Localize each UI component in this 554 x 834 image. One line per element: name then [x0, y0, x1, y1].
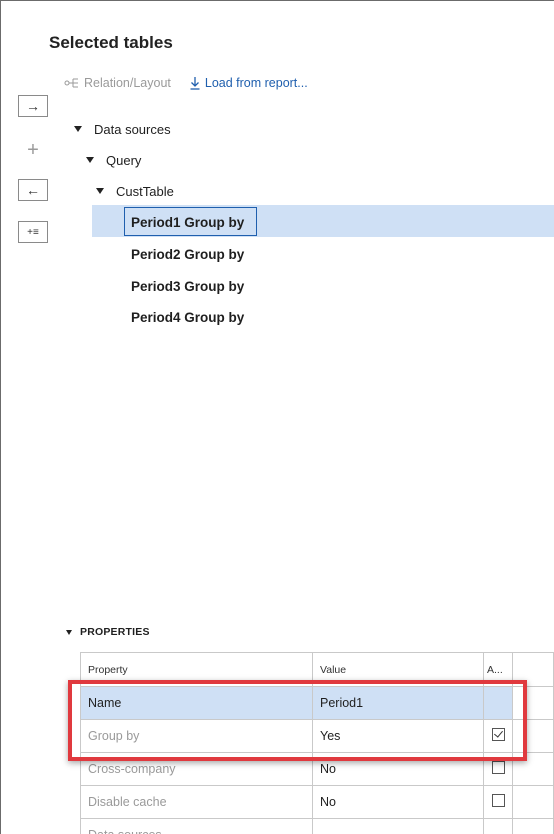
add-list-button[interactable]: +≡	[18, 221, 48, 243]
tree-leaf-label: Period2 Group by	[131, 246, 245, 262]
add-button[interactable]: +	[18, 139, 48, 161]
tree-node-custtable[interactable]: CustTable	[96, 176, 174, 206]
plus-icon: +	[27, 138, 39, 161]
table-row[interactable]: Data sources	[80, 818, 554, 834]
load-from-report-label: Load from report...	[204, 76, 308, 90]
tree-node-data-sources[interactable]: Data sources	[74, 114, 171, 144]
property-value-cell[interactable]	[312, 818, 484, 834]
relation-layout-button[interactable]: Relation/Layout	[64, 76, 171, 90]
arrow-left-icon: ←	[26, 182, 40, 198]
property-checkbox-cell	[483, 818, 513, 834]
property-value-cell[interactable]: No	[312, 785, 484, 819]
tree-leaf-label: Period3 Group by	[131, 278, 245, 294]
tree-leaf-label: Period1 Group by	[131, 214, 245, 230]
caret-down-icon[interactable]	[66, 629, 72, 635]
toolbar: Relation/Layout Load from report...	[64, 76, 308, 90]
spacer-cell	[512, 785, 554, 819]
add-table-button[interactable]: →	[18, 95, 48, 117]
relation-layout-label: Relation/Layout	[84, 76, 171, 90]
checkbox-unchecked[interactable]	[491, 794, 505, 807]
tree-leaf-period1[interactable]: Period1 Group by	[131, 207, 244, 237]
table-row[interactable]: Disable cache No	[80, 785, 554, 819]
download-icon	[190, 77, 200, 90]
spacer-cell	[512, 818, 554, 834]
caret-down-icon[interactable]	[74, 126, 82, 132]
remove-table-button[interactable]: ←	[18, 179, 48, 201]
properties-section-header[interactable]: PROPERTIES	[66, 626, 150, 638]
tree-node-label: CustTable	[116, 183, 174, 199]
property-name-cell: Disable cache	[80, 785, 313, 819]
load-from-report-button[interactable]: Load from report...	[189, 76, 308, 90]
tree-node-label: Query	[106, 152, 142, 168]
tree-leaf-period3[interactable]: Period3 Group by	[131, 271, 244, 301]
property-name-cell: Data sources	[80, 818, 313, 834]
caret-down-icon[interactable]	[96, 188, 104, 194]
relation-icon	[64, 78, 78, 88]
tree-leaf-period4[interactable]: Period4 Group by	[131, 302, 244, 332]
property-checkbox-cell	[483, 785, 513, 819]
arrow-right-icon: →	[26, 98, 40, 114]
properties-title: PROPERTIES	[80, 626, 150, 638]
highlight-annotation-box	[68, 680, 527, 761]
caret-down-icon[interactable]	[86, 157, 94, 163]
tree-leaf-period2[interactable]: Period2 Group by	[131, 239, 244, 269]
tree-node-label: Data sources	[94, 121, 171, 137]
panel-title: Selected tables	[49, 33, 173, 52]
tree-leaf-label: Period4 Group by	[131, 309, 245, 325]
checkbox-unchecked[interactable]	[491, 761, 505, 774]
add-list-icon: +≡	[27, 226, 39, 238]
tree-node-query[interactable]: Query	[86, 145, 141, 175]
